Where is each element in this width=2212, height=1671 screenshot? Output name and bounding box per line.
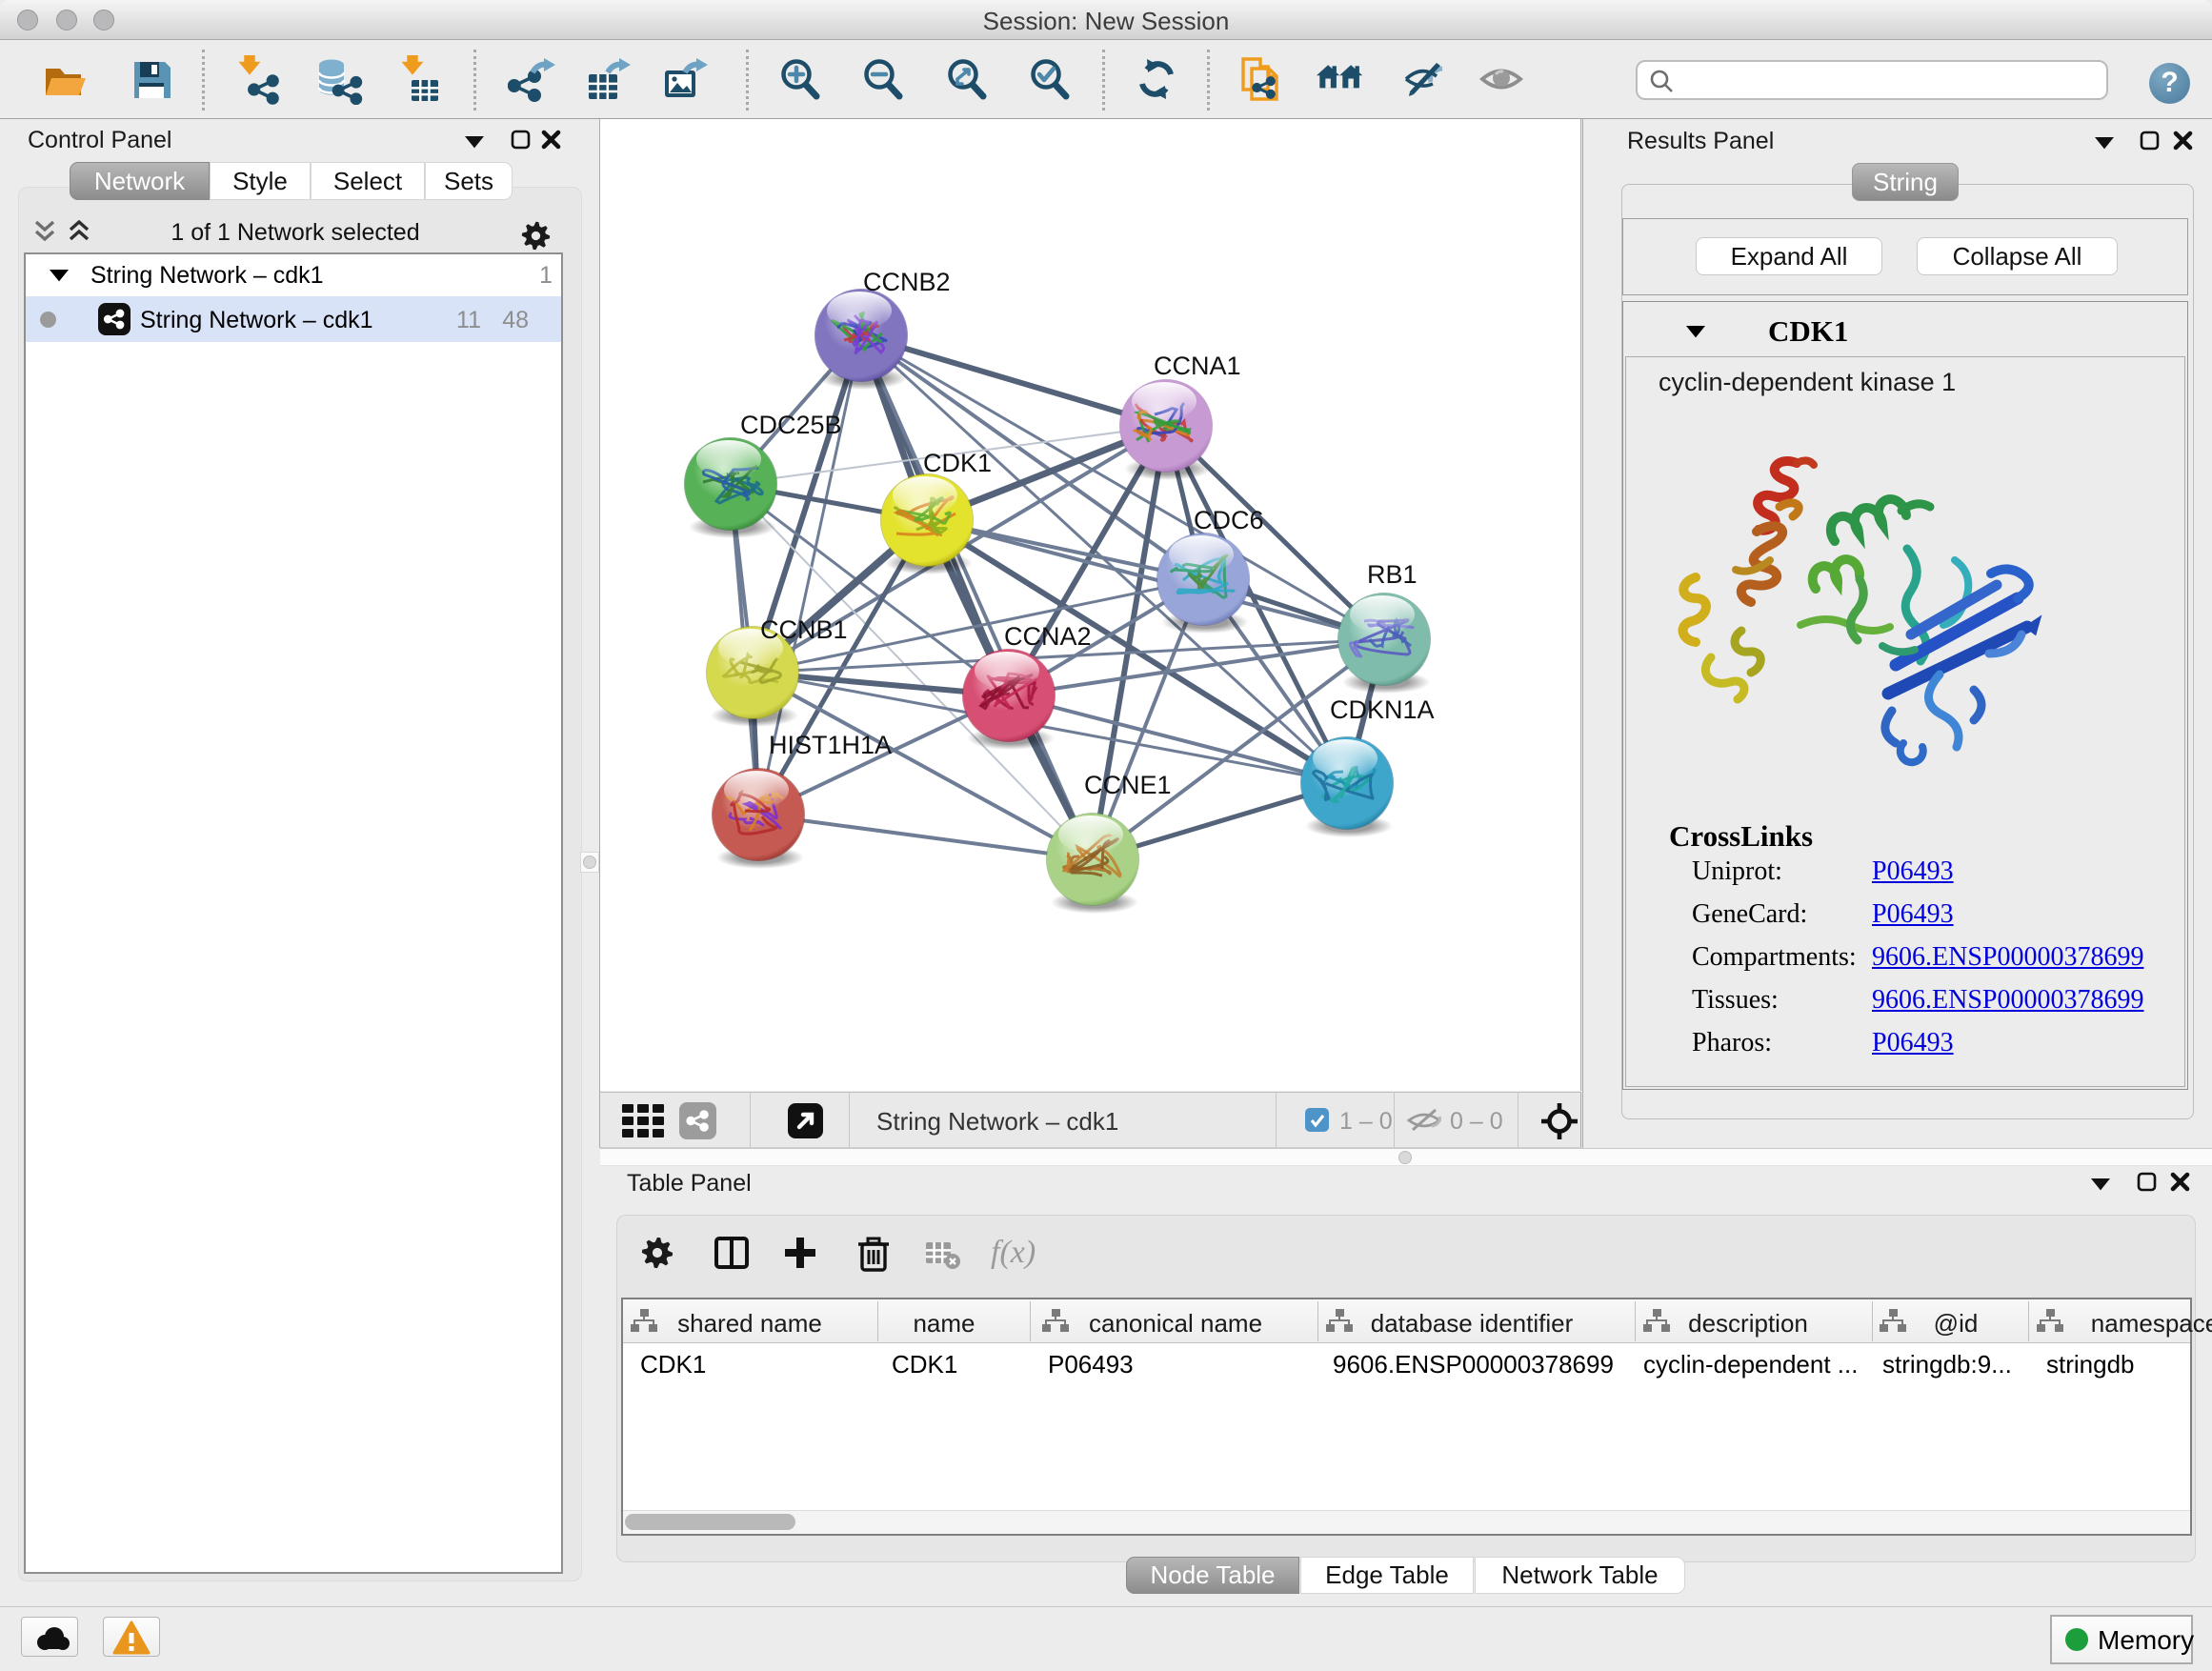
svg-text:CDC6: CDC6 (1194, 506, 1264, 534)
svg-text:CDK1: CDK1 (923, 449, 992, 477)
svg-text:CDC25B: CDC25B (740, 411, 842, 439)
svg-text:RB1: RB1 (1367, 560, 1418, 589)
svg-text:CDKN1A: CDKN1A (1330, 695, 1435, 724)
svg-text:CCNE1: CCNE1 (1084, 771, 1172, 799)
svg-text:CCNB2: CCNB2 (863, 268, 951, 296)
svg-text:CCNB1: CCNB1 (760, 615, 848, 644)
svg-text:CCNA2: CCNA2 (1004, 622, 1092, 651)
svg-text:HIST1H1A: HIST1H1A (769, 731, 892, 759)
svg-text:CCNA1: CCNA1 (1154, 352, 1241, 380)
